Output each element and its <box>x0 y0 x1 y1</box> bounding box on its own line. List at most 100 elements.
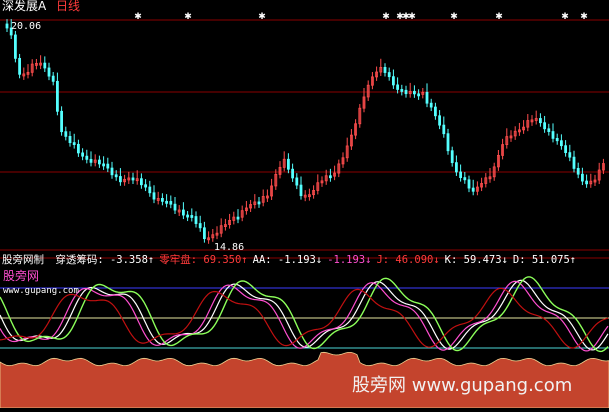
period-label: 日线 <box>56 0 81 13</box>
candle-body <box>190 215 194 218</box>
candlesticks <box>5 19 605 244</box>
candle-body <box>551 131 555 139</box>
candle-body <box>396 84 400 90</box>
signal-marker: ✱ <box>382 12 390 22</box>
candle-body <box>438 115 442 126</box>
candle-body <box>429 102 433 108</box>
candle-body <box>144 184 148 188</box>
candle-body <box>383 66 387 73</box>
candle-body <box>51 75 55 82</box>
indicator-items: 穿透筹码: -3.358↑ 零牢盘: 69.350↑ AA: -1.193↓ -1.1… <box>50 254 576 266</box>
candle-body <box>56 80 59 112</box>
candle-body <box>400 89 404 92</box>
candle-body <box>169 201 173 205</box>
indicator-item: AA: -1.193↓ <box>252 254 323 266</box>
chart-title: 深发展A 日线 <box>2 0 80 13</box>
low-price-label: 14.86 <box>214 242 245 253</box>
candle-body <box>450 150 454 164</box>
candle-body <box>181 209 185 216</box>
candle-body <box>114 174 118 178</box>
signal-marker: ✱ <box>495 12 503 22</box>
candle-body <box>463 177 467 181</box>
candle-body <box>576 168 580 175</box>
indicator-item: J: 46.090↓ <box>376 254 440 266</box>
candle-body <box>13 34 17 59</box>
sub-panel-logo: 股旁网 <box>3 269 40 283</box>
price-chart-canvas[interactable]: ✱ ✱ ✱ ✱ ✱✱✱ ✱ ✱ ✱ ✱ <box>0 0 609 409</box>
candle-body <box>165 200 169 204</box>
candle-body <box>564 145 567 154</box>
candle-body <box>581 173 584 182</box>
candle-body <box>585 180 588 185</box>
candle-body <box>18 57 22 75</box>
candle-body <box>72 142 76 145</box>
candle-body <box>471 187 475 192</box>
candle-body <box>173 203 177 211</box>
candle-body <box>543 122 546 130</box>
signal-marker: ✱ <box>561 12 569 22</box>
candle-body <box>64 131 68 137</box>
high-price-label: 20.06 <box>11 21 42 32</box>
candle-body <box>77 143 80 154</box>
candle-body <box>68 135 72 143</box>
candle-body <box>560 140 563 147</box>
candle-body <box>106 163 110 169</box>
candle-body <box>110 167 114 176</box>
candle-body <box>131 177 135 181</box>
candle-body <box>387 72 391 78</box>
candle-body <box>291 168 295 179</box>
chart-stage[interactable]: ✱ ✱ ✱ ✱ ✱ ✱ ✱ ✱ ✱ ✱ ✱ 深发展A 日线 20.06 14.86 股旁网制 穿透筹… <box>0 0 609 409</box>
candle-body <box>547 128 551 132</box>
candle-body <box>139 178 143 186</box>
candle-body <box>412 90 416 95</box>
candle-body <box>459 171 463 179</box>
indicator-item: -1.193↓ <box>327 254 372 266</box>
reference-lines <box>0 19 609 173</box>
candle-body <box>89 158 93 163</box>
candle-body <box>160 198 164 202</box>
indicator-item: 穿透筹码: -3.358↑ <box>55 254 155 266</box>
candle-body <box>417 93 421 97</box>
candle-body <box>391 76 395 86</box>
candle-body <box>119 176 122 183</box>
watermark: 股旁网 www.gupang.com <box>352 375 573 396</box>
candle-body <box>433 106 437 117</box>
candle-body <box>152 192 156 200</box>
candle-body <box>568 152 572 158</box>
candle-body <box>198 223 202 229</box>
candle-body <box>47 67 51 77</box>
signal-marker: ✱ <box>580 12 588 22</box>
candle-body <box>295 177 299 186</box>
indicator-source: 股旁网制 <box>2 254 44 266</box>
sub-panel-url: www.gupang.com <box>3 286 79 296</box>
candle-body <box>98 159 101 165</box>
candle-body <box>202 227 206 240</box>
candle-body <box>328 175 332 179</box>
candle-body <box>555 137 559 142</box>
signal-marker: ✱ <box>408 12 416 22</box>
candle-body <box>404 89 408 95</box>
candle-body <box>467 179 471 189</box>
candle-body <box>81 152 84 157</box>
candle-body <box>442 124 446 135</box>
candle-body <box>257 201 261 205</box>
candle-body <box>186 214 190 218</box>
candle-body <box>572 156 576 169</box>
candle-body <box>454 162 458 173</box>
candle-body <box>299 184 303 197</box>
candle-body <box>236 216 240 220</box>
candle-body <box>102 163 105 167</box>
candle-body <box>286 158 290 170</box>
signal-marker: ✱ <box>450 12 458 22</box>
signal-marker: ✱ <box>184 12 192 22</box>
candle-body <box>194 216 198 224</box>
candle-body <box>425 91 429 104</box>
indicator-item: D: 51.075↑ <box>512 254 577 266</box>
candle-body <box>5 23 9 29</box>
candle-body <box>446 133 450 152</box>
signal-marker: ✱ <box>258 12 266 22</box>
indicator-item: K: 59.473↓ <box>444 254 508 266</box>
candle-body <box>60 110 63 133</box>
candle-body <box>43 62 47 69</box>
indicator-readout-bar: 股旁网制 穿透筹码: -3.358↑ 零牢盘: 69.350↑ AA: -1.193… <box>2 254 576 267</box>
